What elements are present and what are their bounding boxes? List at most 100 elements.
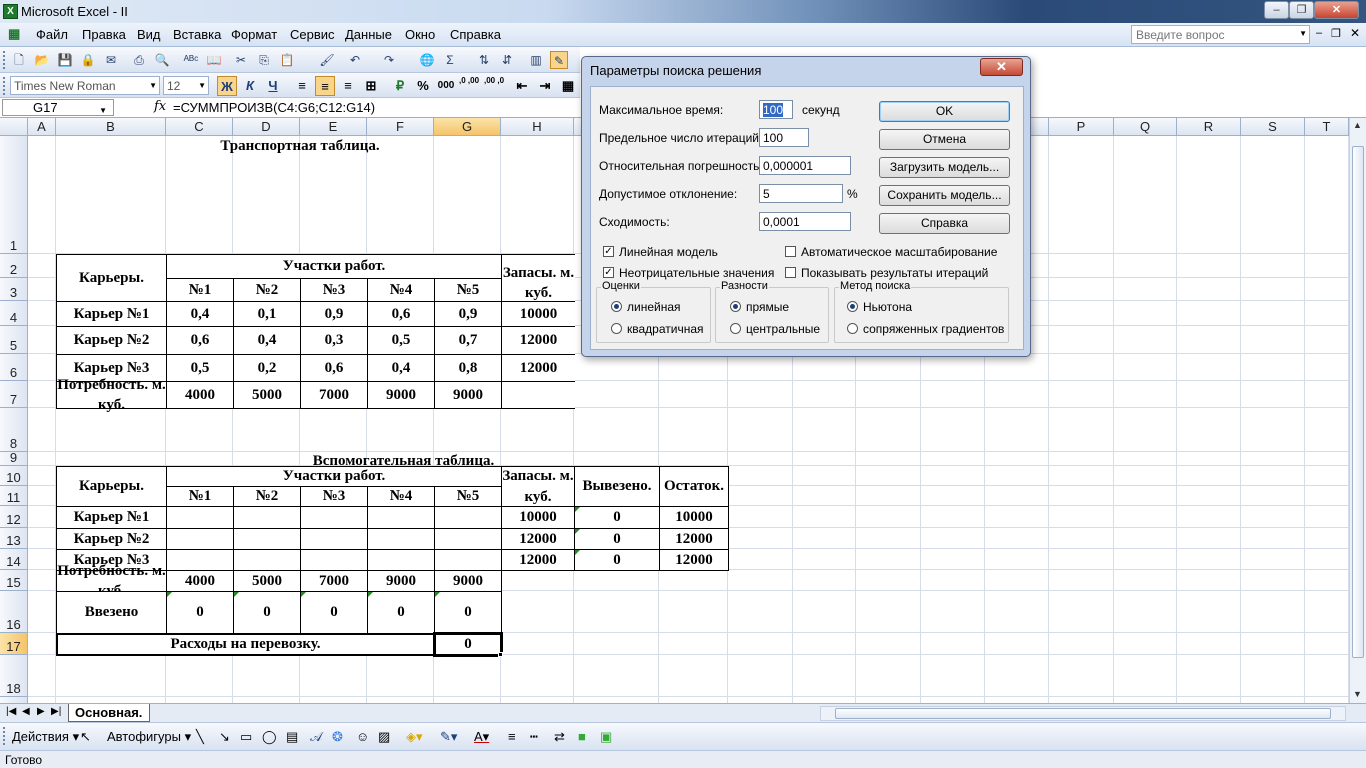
column-header[interactable]: R — [1177, 118, 1241, 136]
horizontal-scrollbar[interactable] — [820, 706, 1346, 721]
table2-need-label[interactable]: Потребность. м. куб. — [56, 563, 167, 599]
table2-need[interactable]: 9000 — [434, 570, 502, 592]
fx-icon[interactable]: fx — [154, 99, 166, 114]
cut-icon[interactable]: ✂ — [232, 51, 250, 69]
scroll-up-icon[interactable]: ▲ — [1353, 120, 1362, 130]
doc-close-button[interactable]: ✕ — [1350, 26, 1360, 40]
table1-cell[interactable]: 0,4 — [233, 326, 301, 355]
horizontal-scroll-thumb[interactable] — [835, 708, 1331, 719]
table1-cell[interactable]: 0,5 — [367, 326, 435, 355]
table1-row-label[interactable]: Карьер №2 — [56, 326, 167, 355]
table1-need-label[interactable]: Потребность. м. куб. — [56, 377, 167, 413]
actions-menu[interactable]: Действия ▾ — [12, 729, 79, 745]
table2-in-value[interactable]: 0 — [367, 591, 435, 634]
table2-rest[interactable]: 10000 — [659, 506, 729, 529]
paste-icon[interactable]: 📋 — [278, 51, 296, 69]
table2-areas-header[interactable]: Участки работ. — [166, 466, 502, 487]
table1-site-header[interactable]: №2 — [233, 278, 301, 302]
name-box[interactable]: G17 ▼ — [2, 99, 114, 116]
ok-button[interactable]: OK — [879, 101, 1010, 122]
table2-site-header[interactable]: №3 — [300, 486, 368, 507]
column-header[interactable]: A — [28, 118, 56, 136]
table2-need[interactable]: 5000 — [233, 570, 301, 592]
italic-button[interactable]: К — [240, 76, 260, 96]
row-header[interactable]: 3 — [0, 278, 28, 301]
table2-rest[interactable]: 12000 — [659, 528, 729, 550]
copy-icon[interactable]: ⎘ — [255, 51, 273, 69]
table1-need[interactable]: 9000 — [367, 381, 435, 409]
table2-cell[interactable] — [367, 528, 435, 550]
ask-question-input[interactable]: Введите вопрос ▼ — [1131, 25, 1310, 44]
toolbar-grip[interactable] — [3, 51, 6, 69]
increase-indent-icon[interactable]: ⇥ — [535, 76, 555, 96]
table1-site-header[interactable]: №1 — [166, 278, 234, 302]
row-header[interactable]: 12 — [0, 506, 28, 528]
precision-input[interactable]: 0,000001 — [759, 156, 851, 175]
line-style-icon[interactable]: ≡ — [508, 729, 516, 744]
table2-cell[interactable] — [300, 506, 368, 529]
estimates-quadratic-radio[interactable] — [611, 323, 622, 334]
wordart-icon[interactable]: 𝒜 — [310, 729, 322, 745]
table2-rest[interactable]: 12000 — [659, 549, 729, 571]
table2-in-label[interactable]: Ввезено — [56, 591, 167, 634]
table1-site-header[interactable]: №5 — [434, 278, 502, 302]
table2-cell[interactable] — [166, 549, 234, 571]
linear-model-checkbox[interactable]: ✓ — [603, 246, 614, 257]
column-header[interactable]: S — [1241, 118, 1305, 136]
column-header[interactable]: H — [501, 118, 574, 136]
chevron-down-icon[interactable]: ▼ — [1299, 29, 1307, 38]
prev-sheet-icon[interactable]: ◀ — [22, 706, 30, 717]
clipart-icon[interactable]: ☺ — [356, 729, 369, 744]
dialog-close-button[interactable]: ✕ — [980, 58, 1023, 76]
table1-stock[interactable]: 10000 — [501, 301, 575, 327]
search-conjugate-radio[interactable] — [847, 323, 858, 334]
menu-help[interactable]: Справка — [450, 27, 501, 42]
row-header[interactable]: 11 — [0, 486, 28, 506]
table1-cell[interactable]: 0,2 — [233, 354, 301, 382]
table1-need[interactable]: 5000 — [233, 381, 301, 409]
sheet-tab-main[interactable]: Основная. — [68, 704, 150, 722]
new-icon[interactable]: 🗋 — [10, 51, 28, 69]
doc-minimize-button[interactable]: ‒ — [1316, 27, 1322, 39]
menu-view[interactable]: Вид — [137, 27, 161, 42]
first-sheet-icon[interactable]: |◀ — [6, 706, 16, 717]
table2-site-header[interactable]: №4 — [367, 486, 435, 507]
table1-cell[interactable]: 0,9 — [434, 301, 502, 327]
preview-icon[interactable]: 🔍 — [153, 51, 171, 69]
row-header[interactable]: 15 — [0, 570, 28, 591]
table1-cell[interactable]: 0,4 — [166, 301, 234, 327]
menu-window[interactable]: Окно — [405, 27, 435, 42]
align-left-icon[interactable]: ≡ — [292, 76, 312, 96]
convergence-input[interactable]: 0,0001 — [759, 212, 851, 231]
toolbar-grip[interactable] — [3, 727, 6, 745]
toolbar-grip[interactable] — [3, 77, 6, 95]
chart-wizard-icon[interactable]: ▥ — [527, 51, 545, 69]
table2-rest-header[interactable]: Остаток. — [659, 466, 729, 507]
table1-need[interactable]: 7000 — [300, 381, 368, 409]
drawing-icon[interactable]: ✎ — [550, 51, 568, 69]
table1-cell[interactable]: 0,6 — [166, 326, 234, 355]
bold-button[interactable]: Ж — [217, 76, 237, 96]
open-icon[interactable]: 📂 — [33, 51, 51, 69]
doc-restore-button[interactable]: ❐ — [1331, 27, 1341, 40]
select-all-corner[interactable] — [0, 118, 28, 136]
formula-input[interactable]: =СУММПРОИЗВ(C4:G6;C12:G14) — [173, 100, 375, 115]
row-header[interactable]: 5 — [0, 326, 28, 354]
row-header[interactable]: 2 — [0, 254, 28, 278]
row-header[interactable]: 14 — [0, 549, 28, 570]
derivatives-central-radio[interactable] — [730, 323, 741, 334]
load-model-button[interactable]: Загрузить модель... — [879, 157, 1010, 178]
table1-need-empty[interactable] — [501, 381, 575, 409]
table2-in-value[interactable]: 0 — [166, 591, 234, 634]
decrease-decimal-button[interactable]: ,00 ,0 — [484, 76, 504, 96]
textbox-icon[interactable]: ▤ — [286, 729, 298, 745]
table2-stock[interactable]: 10000 — [501, 506, 575, 529]
3d-icon[interactable]: ▣ — [600, 729, 612, 745]
vertical-scrollbar[interactable]: ▲ ▼ — [1349, 118, 1366, 703]
last-sheet-icon[interactable]: ▶| — [51, 706, 61, 717]
table2-in-value[interactable]: 0 — [434, 591, 502, 634]
chevron-down-icon[interactable]: ▼ — [99, 103, 107, 118]
table1-stock-header[interactable]: Запасы. м. куб. — [501, 254, 575, 302]
table1-cell[interactable]: 0,7 — [434, 326, 502, 355]
fill-handle[interactable] — [498, 652, 503, 657]
